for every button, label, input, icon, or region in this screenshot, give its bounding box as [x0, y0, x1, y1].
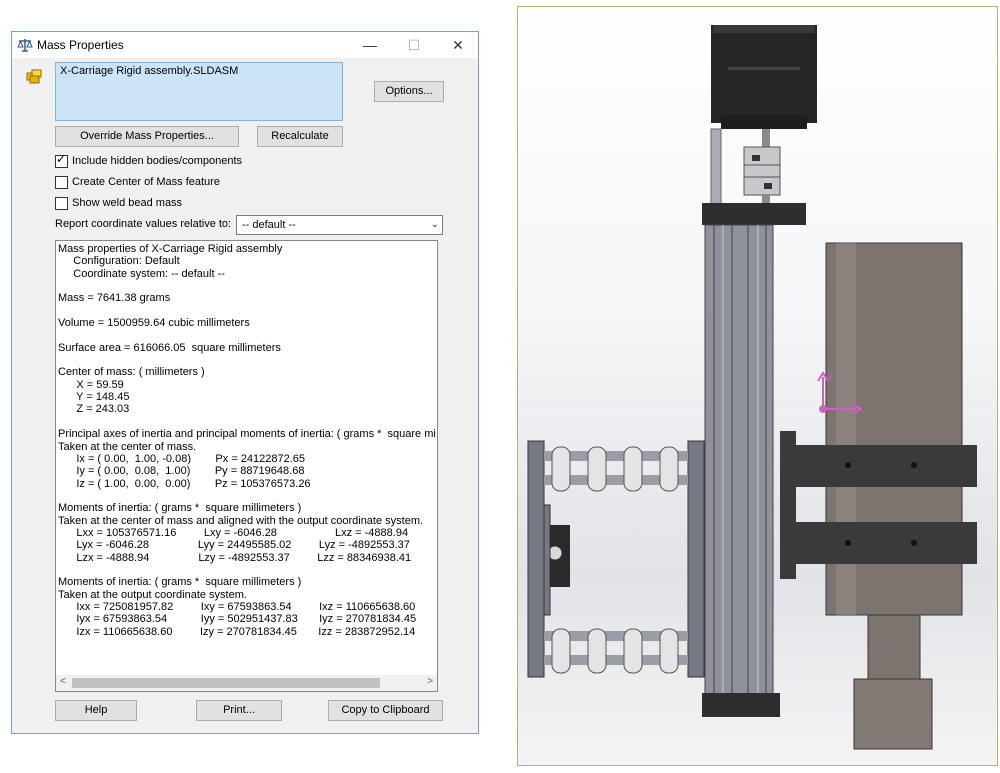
result-line: Surface area = 616066.05 square millimet… — [58, 341, 281, 354]
scroll-left-icon[interactable]: < — [60, 676, 66, 687]
selected-items-list[interactable]: X-Carriage Rigid assembly.SLDASM — [55, 62, 343, 121]
result-line — [58, 305, 436, 317]
result-line — [58, 280, 436, 292]
mass-properties-dialog: Mass Properties — ☐ ✕ X-Carriage Rigid a… — [11, 31, 479, 734]
chevron-down-icon: ⌄ — [430, 219, 439, 230]
checkbox-label: Include hidden bodies/components — [72, 155, 243, 167]
result-line — [58, 416, 436, 428]
result-line: Volume = 1500959.64 cubic millimeters — [58, 317, 250, 330]
result-line: Lzx = -4888.94 Lzy = -4892553.37 Lzz = 8… — [58, 551, 412, 564]
window-title: Mass Properties — [37, 38, 124, 52]
result-line: Taken at the center of mass and aligned … — [58, 514, 424, 527]
graphics-viewport[interactable]: y x — [517, 6, 998, 766]
triad-y-label: y — [828, 371, 833, 381]
result-line — [58, 354, 436, 366]
shaft-coupler — [710, 128, 781, 210]
result-line: Coordinate system: -- default -- — [58, 267, 225, 280]
report-coordinate-label: Report coordinate values relative to: — [55, 218, 232, 230]
check-icon: ✓ — [56, 152, 67, 166]
copy-to-clipboard-button[interactable]: Copy to Clipboard — [328, 700, 443, 721]
assembly-icon — [26, 69, 42, 84]
result-line — [58, 329, 436, 341]
result-line: Ix = ( 0.00, 1.00, -0.08) Px = 24122872.… — [58, 452, 306, 465]
options-button[interactable]: Options... — [374, 81, 444, 102]
roller-carriage — [527, 440, 705, 678]
result-line: Center of mass: ( millimeters ) — [58, 366, 205, 379]
minimize-button[interactable]: — — [348, 32, 392, 58]
checkbox-label: Create Center of Mass feature — [72, 176, 220, 188]
cylinder — [825, 242, 963, 750]
result-line — [58, 490, 436, 502]
checkbox-label: Show weld bead mass — [72, 197, 183, 209]
result-line: Izx = 110665638.60 Izy = 270781834.45 Iz… — [58, 625, 416, 638]
scroll-right-icon[interactable]: > — [427, 676, 433, 687]
checkbox-box[interactable] — [55, 176, 68, 189]
results-text: Mass properties of X-Carriage Rigid asse… — [58, 243, 436, 677]
override-mass-properties-button[interactable]: Override Mass Properties... — [55, 126, 239, 147]
horizontal-scrollbar[interactable]: < > — [56, 675, 437, 691]
result-line: Principal axes of inertia and principal … — [58, 428, 436, 441]
result-line: Taken at the output coordinate system. — [58, 588, 247, 601]
result-line: Y = 148.45 — [58, 391, 130, 404]
dropdown-value: -- default -- — [242, 219, 296, 231]
result-line: Mass properties of X-Carriage Rigid asse… — [58, 243, 283, 255]
result-line: Lxx = 105376571.16 Lxy = -6046.28 Lxz = … — [58, 526, 409, 539]
help-button[interactable]: Help — [55, 700, 137, 721]
checkbox-box[interactable] — [55, 197, 68, 210]
result-line: Z = 243.03 — [58, 403, 130, 416]
result-line — [58, 564, 436, 576]
result-line: Taken at the center of mass. — [58, 440, 197, 453]
results-text-area[interactable]: Mass properties of X-Carriage Rigid asse… — [55, 240, 438, 692]
result-line: Ixx = 725081957.82 Ixy = 67593863.54 Ixz… — [58, 600, 416, 613]
result-line: Iy = ( 0.00, 0.08, 1.00) Py = 88719648.6… — [58, 465, 305, 478]
maximize-button[interactable]: ☐ — [392, 32, 436, 58]
coordinate-system-dropdown[interactable]: -- default -- ⌄ — [236, 215, 443, 235]
result-line: Moments of inertia: ( grams * square mil… — [58, 576, 302, 589]
title-bar: Mass Properties — ☐ ✕ — [12, 32, 478, 58]
close-button[interactable]: ✕ — [436, 32, 480, 58]
result-line: Configuration: Default — [58, 255, 180, 268]
selected-item[interactable]: X-Carriage Rigid assembly.SLDASM — [60, 65, 238, 77]
triad-x-label: x — [858, 403, 863, 413]
stepper-motor — [711, 25, 817, 129]
result-line: Mass = 7641.38 grams — [58, 292, 171, 305]
result-line: X = 59.59 — [58, 378, 124, 391]
recalculate-button[interactable]: Recalculate — [257, 126, 343, 147]
result-line: Moments of inertia: ( grams * square mil… — [58, 502, 302, 515]
scrollbar-thumb[interactable] — [72, 678, 380, 688]
assembly-model: y x — [527, 25, 977, 750]
print-button[interactable]: Print... — [196, 700, 282, 721]
result-line: Iyx = 67593863.54 Iyy = 502951437.83 Iyz… — [58, 613, 417, 626]
result-line: Lyx = -6046.28 Lyy = 24495585.02 Lyz = -… — [58, 539, 410, 552]
mass-properties-icon — [17, 39, 33, 52]
result-line: Iz = ( 1.00, 0.00, 0.00) Pz = 105376573.… — [58, 477, 311, 490]
